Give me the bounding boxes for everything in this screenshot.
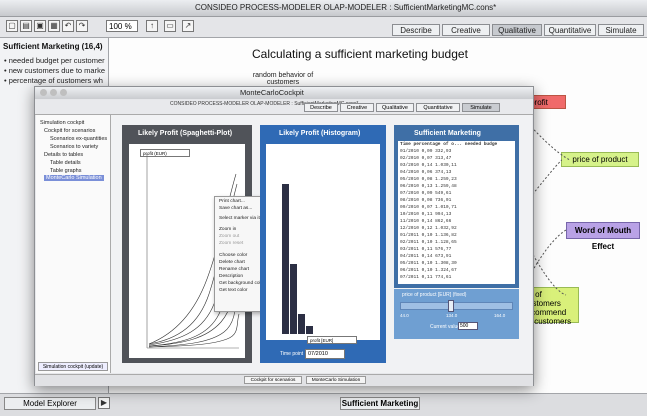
sidebar-item[interactable]: • percentage of customers wh bbox=[4, 76, 103, 85]
price-slider[interactable] bbox=[400, 302, 513, 310]
tree-item[interactable]: Cockpit for scenarios bbox=[44, 128, 95, 134]
slider-thumb[interactable] bbox=[448, 300, 454, 312]
menu-item[interactable]: Rename chart bbox=[219, 267, 249, 272]
print-icon[interactable]: ▦ bbox=[48, 20, 60, 32]
histogram-bar bbox=[306, 326, 313, 334]
sidebar-item-label: needed budget per customer bbox=[8, 56, 105, 65]
tab-simulate[interactable]: Simulate bbox=[462, 103, 500, 112]
sidebar-item[interactable]: • new customers due to marke bbox=[4, 66, 105, 75]
tree-item[interactable]: Simulation cockpit bbox=[40, 120, 84, 126]
menu-item[interactable]: Zoom reset bbox=[219, 241, 243, 246]
table-row[interactable]: 07/2011 0,11 774,61 bbox=[400, 275, 451, 280]
table-row[interactable]: 06/2010 0,13 1.259,48 bbox=[400, 184, 457, 189]
histogram-bar bbox=[298, 314, 305, 334]
tree-item[interactable]: Details to tables bbox=[44, 152, 83, 158]
table-row[interactable]: 11/2010 0,14 862,66 bbox=[400, 219, 451, 224]
menu-item[interactable]: Get text color bbox=[219, 288, 248, 293]
undo-icon[interactable]: ↶ bbox=[62, 20, 74, 32]
table-row[interactable]: 01/2010 0,09 332,93 bbox=[400, 149, 451, 154]
table-row[interactable]: 04/2011 0,14 673,91 bbox=[400, 254, 451, 259]
slider-mid: 134.0 bbox=[446, 313, 458, 318]
table-header: Time percentage of o... needed budge bbox=[400, 142, 498, 147]
sufficient-marketing-tab[interactable]: Sufficient Marketing bbox=[340, 397, 420, 410]
menu-item[interactable]: Zoom out bbox=[219, 234, 239, 239]
table-row[interactable]: 01/2011 0,10 1.136,82 bbox=[400, 233, 457, 238]
slider-min: 44.0 bbox=[400, 313, 409, 318]
tree-item-selected[interactable]: MonteCarlo Simulation bbox=[44, 175, 104, 181]
tab-creative[interactable]: Creative bbox=[340, 103, 374, 112]
table-row[interactable]: 04/2010 0,06 374,13 bbox=[400, 170, 451, 175]
random-behavior-note: random behavior of customers bbox=[252, 72, 314, 86]
tab-creative[interactable]: Creative bbox=[442, 24, 490, 36]
window-icon[interactable]: ▭ bbox=[164, 20, 176, 32]
tree-item[interactable]: Table details bbox=[50, 160, 81, 166]
menu-item[interactable]: Delete chart bbox=[219, 260, 245, 265]
tab-describe[interactable]: Describe bbox=[392, 24, 440, 36]
histogram-title: Likely Profit (Histogram) bbox=[279, 130, 361, 137]
slider-max: 164.0 bbox=[494, 313, 506, 318]
new-file-icon[interactable]: ▢ bbox=[6, 20, 18, 32]
slider-title: price of product [EUR] (fixed) bbox=[402, 292, 467, 298]
connector-line bbox=[529, 229, 567, 276]
cockpit-window-title: MonteCarloCockpit bbox=[240, 88, 304, 97]
table-row[interactable]: 05/2010 0,08 1.259,23 bbox=[400, 177, 457, 182]
open-folder-icon[interactable]: ▤ bbox=[20, 20, 32, 32]
tree-item[interactable]: Scenarios ex-quantities bbox=[50, 136, 107, 142]
tree-item[interactable]: Scenarios to variety bbox=[50, 144, 98, 150]
table-row[interactable]: 10/2010 0,11 994,13 bbox=[400, 212, 451, 217]
histogram-bars bbox=[282, 184, 313, 334]
current-value-field[interactable]: 500 bbox=[458, 322, 478, 330]
table-row[interactable]: 03/2010 0,14 1.030,11 bbox=[400, 163, 457, 168]
sidebar-item-label: percentage of customers wh bbox=[8, 76, 103, 85]
histogram-bar bbox=[290, 264, 297, 334]
maximize-button[interactable] bbox=[60, 89, 67, 96]
current-value-label: Current value bbox=[430, 324, 461, 330]
redo-icon[interactable]: ↷ bbox=[76, 20, 88, 32]
close-button[interactable] bbox=[40, 89, 47, 96]
montecarlo-simulation-tab[interactable]: MonteCarlo Simulation bbox=[306, 376, 366, 384]
tab-qualitative[interactable]: Qualitative bbox=[376, 103, 414, 112]
table-row[interactable]: 07/2010 0,09 549,61 bbox=[400, 191, 451, 196]
table-row[interactable]: 09/2010 0,07 1.010,71 bbox=[400, 205, 457, 210]
time-point-label: Time point bbox=[280, 351, 304, 357]
tab-quantitative[interactable]: Quantitative bbox=[544, 24, 596, 36]
play-icon[interactable]: ▶ bbox=[98, 397, 110, 409]
arrow-up-icon[interactable]: ↑ bbox=[146, 20, 158, 32]
table-row[interactable]: 12/2010 0,12 1.032,92 bbox=[400, 226, 457, 231]
minimize-button[interactable] bbox=[50, 89, 57, 96]
menu-item[interactable]: Description bbox=[219, 274, 243, 279]
histogram-legend: profit [EUR] bbox=[307, 336, 357, 344]
model-explorer-button[interactable]: Model Explorer bbox=[4, 397, 96, 410]
menu-item[interactable]: Save chart as... bbox=[219, 206, 252, 211]
background-window-title: CONSIDEO PROCESS-MODELER OLAP-MODELER : … bbox=[195, 3, 497, 12]
table-row[interactable]: 02/2010 0,07 313,47 bbox=[400, 156, 451, 161]
menu-item[interactable]: Get background color bbox=[219, 281, 265, 286]
marketing-table-title: Sufficient Marketing bbox=[414, 130, 481, 137]
table-row[interactable]: 03/2011 0,11 576,77 bbox=[400, 247, 451, 252]
time-point-field[interactable]: 07/2010 bbox=[305, 349, 345, 359]
tab-qualitative[interactable]: Qualitative bbox=[492, 24, 542, 36]
table-row[interactable]: 05/2011 0,10 1.308,30 bbox=[400, 261, 457, 266]
table-row[interactable]: 02/2011 0,10 1.128,65 bbox=[400, 240, 457, 245]
menu-item[interactable]: Zoom in bbox=[219, 227, 236, 232]
histogram-bar bbox=[282, 184, 289, 334]
simulation-cockpit-button[interactable]: Simulation cockpit (update) bbox=[38, 362, 108, 371]
tab-quantitative[interactable]: Quantitative bbox=[416, 103, 460, 112]
table-row[interactable]: 06/2011 0,10 1.324,67 bbox=[400, 268, 457, 273]
table-row[interactable]: 08/2010 0,08 736,01 bbox=[400, 198, 451, 203]
zoom-select[interactable]: 100 % bbox=[106, 20, 138, 32]
tree-item[interactable]: Table graphs bbox=[50, 168, 82, 174]
sidebar-item-label: new customers due to marke bbox=[8, 66, 106, 75]
sidebar-item[interactable]: • needed budget per customer bbox=[4, 56, 105, 65]
menu-item[interactable]: Print chart... bbox=[219, 199, 245, 204]
export-icon[interactable]: ↗ bbox=[182, 20, 194, 32]
sidebar-title: Sufficient Marketing (16,4) bbox=[3, 42, 103, 51]
canvas-heading: Calculating a sufficient marketing budge… bbox=[252, 47, 468, 61]
spaghetti-plot-title: Likely Profit (Spaghetti-Plot) bbox=[138, 130, 233, 137]
tab-describe[interactable]: Describe bbox=[304, 103, 338, 112]
cockpit-scenarios-tab[interactable]: Cockpit for scenarios bbox=[244, 376, 302, 384]
menu-item[interactable]: Choose color bbox=[219, 253, 247, 258]
tab-simulate[interactable]: Simulate bbox=[598, 24, 644, 36]
save-icon[interactable]: ▣ bbox=[34, 20, 46, 32]
